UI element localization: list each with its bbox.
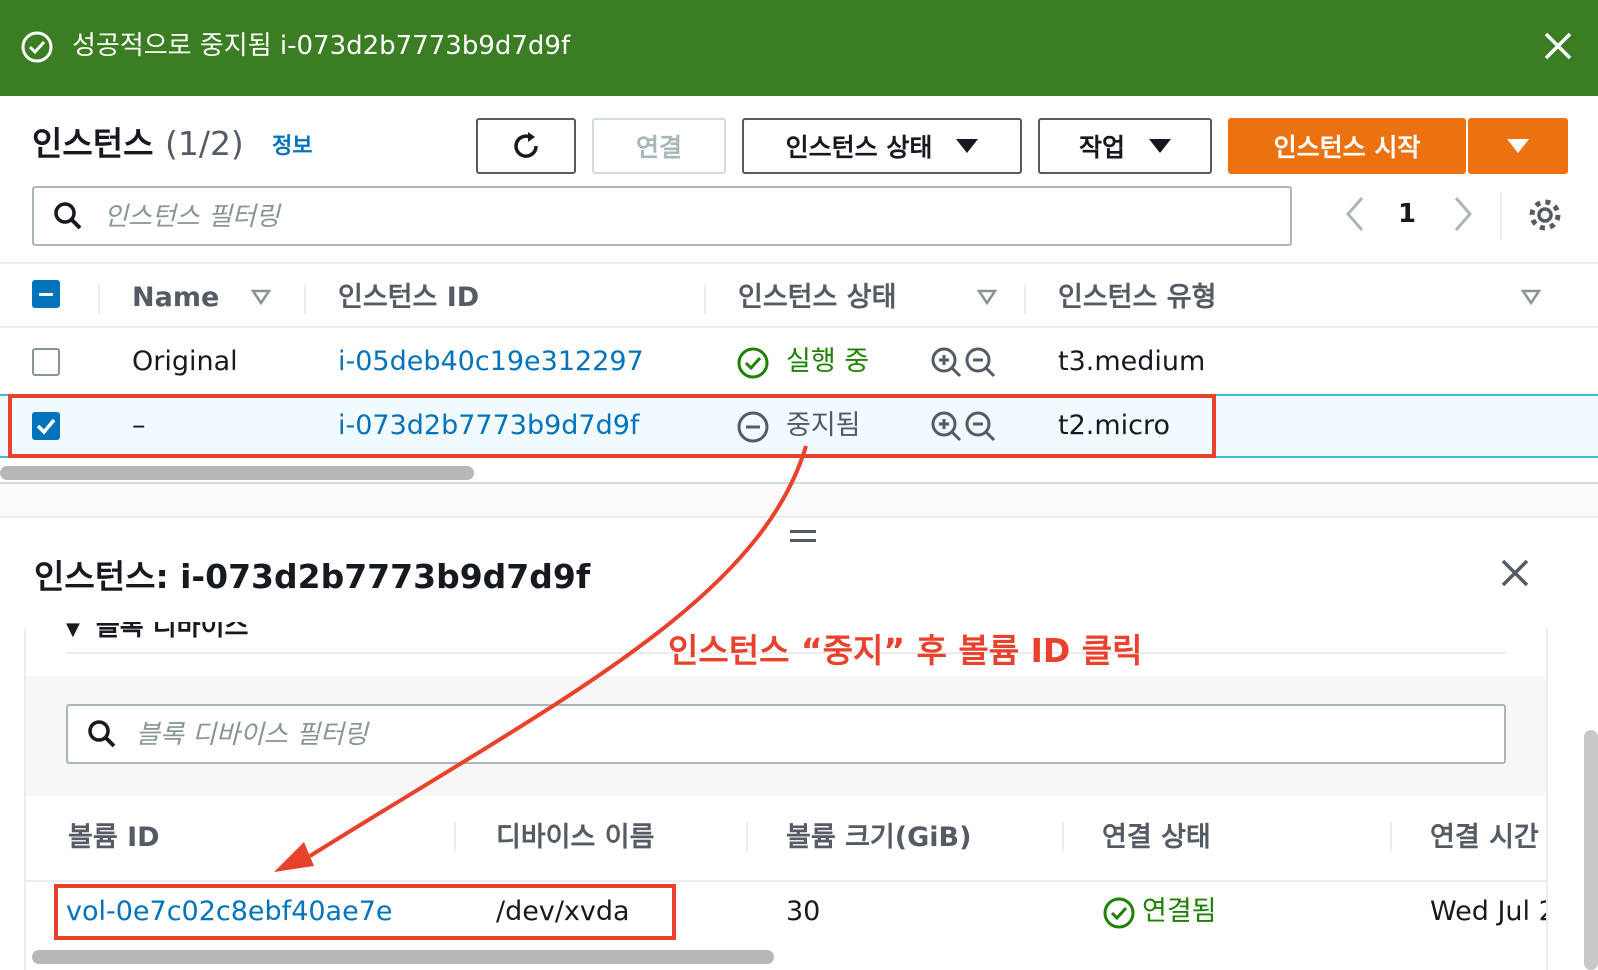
table-top-border bbox=[0, 262, 1598, 264]
flash-success-banner: 성공적으로 중지됨 i-073d2b7773b9d7d9f bbox=[0, 0, 1598, 96]
check-circle-icon bbox=[737, 347, 769, 379]
search-icon bbox=[54, 202, 82, 230]
chevron-right-icon[interactable] bbox=[1448, 192, 1478, 236]
gear-icon[interactable] bbox=[1526, 196, 1564, 234]
instance-filter-input[interactable]: 인스턴스 필터링 bbox=[32, 186, 1292, 246]
column-header-volume-id[interactable]: 볼륨 ID bbox=[68, 820, 160, 856]
instance-state-button[interactable]: 인스턴스 상태 bbox=[742, 118, 1022, 174]
highlight-box-volume-id bbox=[54, 884, 676, 940]
column-divider bbox=[1062, 822, 1064, 852]
launch-dropdown-button[interactable] bbox=[1468, 118, 1568, 174]
column-divider bbox=[746, 822, 748, 852]
column-divider bbox=[304, 284, 306, 314]
filter-placeholder: 인스턴스 필터링 bbox=[104, 202, 280, 232]
horizontal-scrollbar[interactable] bbox=[0, 466, 474, 480]
column-header-volume-size[interactable]: 볼륨 크기(GiB) bbox=[786, 820, 971, 856]
block-devices-heading[interactable]: ▼ 블록 디바이스 bbox=[66, 612, 249, 645]
instance-id-link[interactable]: i-05deb40c19e312297 bbox=[338, 344, 644, 380]
connect-label: 연결 bbox=[635, 133, 682, 162]
refresh-button[interactable] bbox=[476, 118, 576, 174]
column-divider bbox=[1024, 284, 1026, 314]
detail-panel-title: 인스턴스: i-073d2b7773b9d7d9f bbox=[34, 557, 591, 596]
block-devices-heading-text: 블록 디바이스 bbox=[95, 612, 249, 642]
page-number[interactable]: 1 bbox=[1398, 196, 1416, 232]
column-header-name[interactable]: Name bbox=[132, 280, 219, 316]
zoom-in-out-icon[interactable] bbox=[930, 346, 996, 380]
attach-time: Wed Jul 2 bbox=[1430, 896, 1546, 927]
volume-size: 30 bbox=[786, 896, 821, 927]
caret-down-icon bbox=[956, 139, 979, 153]
column-header-attach-time[interactable]: 연결 시간 bbox=[1430, 820, 1539, 856]
column-header-instance-state[interactable]: 인스턴스 상태 bbox=[738, 280, 896, 316]
column-header-device-name[interactable]: 디바이스 이름 bbox=[496, 820, 654, 856]
block-device-filter-input[interactable]: 블록 디바이스 필터링 bbox=[66, 704, 1506, 764]
search-icon bbox=[88, 720, 116, 748]
page-title: 인스턴스 (1/2) bbox=[32, 120, 244, 168]
instance-type: t3.medium bbox=[1058, 346, 1206, 377]
caret-down-icon: ▼ bbox=[66, 619, 80, 640]
column-header-instance-id[interactable]: 인스턴스 ID bbox=[338, 280, 479, 316]
refresh-icon bbox=[514, 132, 538, 158]
chevron-left-icon[interactable] bbox=[1340, 192, 1370, 236]
horizontal-scrollbar[interactable] bbox=[32, 950, 774, 964]
select-all-checkbox[interactable] bbox=[32, 280, 60, 308]
actions-label: 작업 bbox=[1078, 133, 1125, 162]
caret-down-icon bbox=[1149, 139, 1171, 153]
column-header-instance-type[interactable]: 인스턴스 유형 bbox=[1058, 280, 1216, 316]
drag-handle-icon[interactable] bbox=[790, 530, 816, 548]
launch-label: 인스턴스 시작 bbox=[1273, 133, 1421, 162]
check-circle-icon bbox=[1103, 897, 1135, 929]
actions-button[interactable]: 작업 bbox=[1038, 118, 1212, 174]
split-panel-divider[interactable] bbox=[0, 482, 1598, 518]
launch-instances-button[interactable]: 인스턴스 시작 bbox=[1228, 118, 1466, 174]
row-checkbox[interactable] bbox=[32, 348, 60, 376]
check-circle-icon bbox=[21, 31, 53, 63]
flash-message: 성공적으로 중지됨 i-073d2b7773b9d7d9f bbox=[72, 31, 571, 61]
sort-caret-icon[interactable] bbox=[250, 287, 272, 307]
selection-count: (1/2) bbox=[164, 124, 244, 163]
header-divider bbox=[0, 326, 1598, 328]
attach-state: 연결됨 bbox=[1142, 896, 1217, 927]
highlight-box-instance-row bbox=[8, 394, 1216, 458]
close-icon[interactable] bbox=[1498, 556, 1532, 590]
instance-state: 실행 중 bbox=[786, 346, 870, 377]
connect-button[interactable]: 연결 bbox=[592, 118, 726, 174]
sort-caret-icon[interactable] bbox=[1520, 287, 1542, 307]
column-divider bbox=[454, 822, 456, 852]
sort-caret-icon[interactable] bbox=[976, 287, 998, 307]
divider bbox=[1500, 192, 1502, 240]
vertical-scrollbar[interactable] bbox=[1584, 730, 1598, 970]
header-divider bbox=[26, 880, 1546, 882]
close-icon[interactable] bbox=[1540, 28, 1576, 64]
column-divider bbox=[98, 284, 100, 314]
column-divider bbox=[1390, 822, 1392, 852]
column-header-attach-state[interactable]: 연결 상태 bbox=[1102, 820, 1211, 856]
caret-down-icon bbox=[1507, 139, 1529, 153]
block-filter-placeholder: 블록 디바이스 필터링 bbox=[136, 720, 368, 750]
instance-state-label: 인스턴스 상태 bbox=[785, 133, 933, 162]
instance-name: Original bbox=[132, 346, 238, 377]
column-divider bbox=[704, 284, 706, 314]
info-link[interactable]: 정보 bbox=[272, 132, 312, 162]
page-title-text: 인스턴스 bbox=[32, 124, 154, 163]
annotation-text: 인스턴스 “중지” 후 볼륨 ID 클릭 bbox=[668, 631, 1143, 670]
